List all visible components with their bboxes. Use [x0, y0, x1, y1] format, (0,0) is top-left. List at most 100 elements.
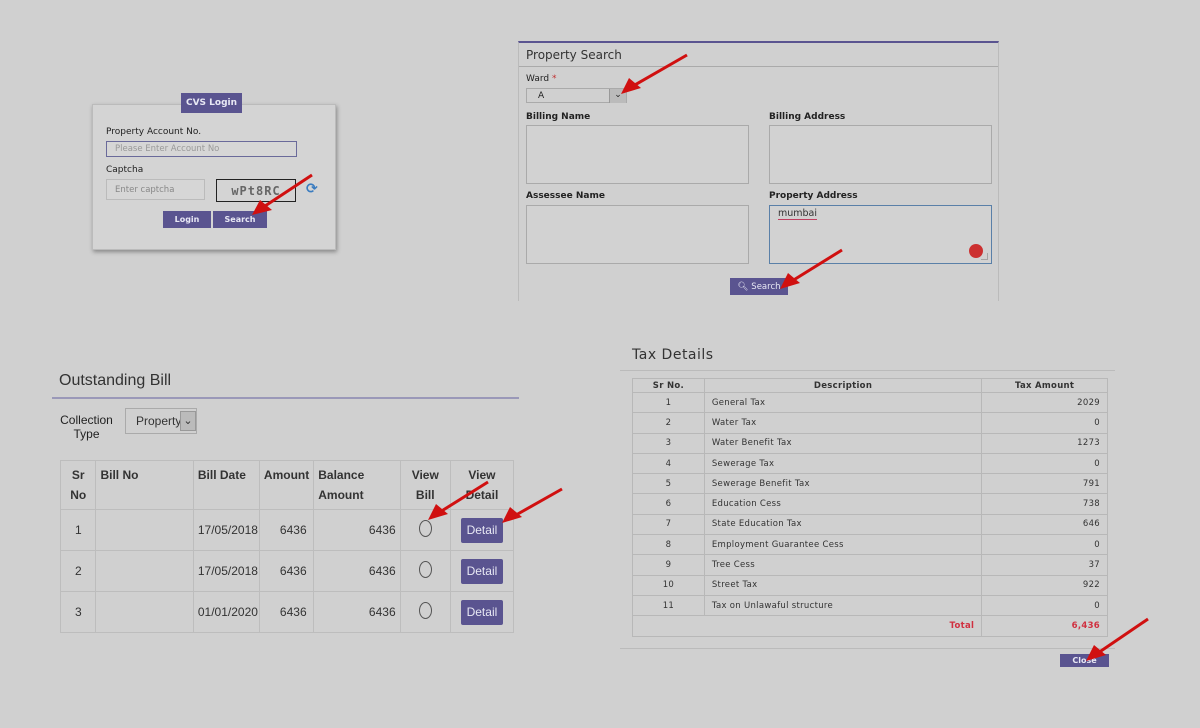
ward-select[interactable]: A ⌄: [526, 88, 627, 103]
sr-no-cell: 11: [632, 594, 705, 617]
description-cell: Tax on Unlawaful structure: [703, 594, 983, 617]
view-bill-radio[interactable]: [418, 561, 432, 578]
divider: [620, 648, 1115, 649]
col-bill-no: Bill No: [95, 460, 194, 510]
ward-label-text: Ward: [526, 74, 550, 84]
captcha-label: Captcha: [106, 165, 144, 175]
bill-date-cell: 17/05/2018: [192, 550, 260, 592]
login-button[interactable]: Login: [163, 211, 211, 228]
chevron-down-icon[interactable]: ⌄: [180, 411, 196, 431]
sr-no-cell: 4: [632, 452, 705, 475]
property-address-label: Property Address: [769, 191, 858, 201]
bill-date-cell: 01/01/2020: [192, 591, 260, 633]
amount-cell: 6436: [258, 509, 315, 551]
amount-cell: 6436: [258, 550, 315, 592]
col-sr-no: Sr No.: [632, 378, 705, 393]
ward-value: A: [538, 91, 545, 101]
table-row: 8 Employment Guarantee Cess 0: [632, 534, 1108, 556]
view-bill-cell: [399, 509, 451, 551]
amount-cell: 6436: [258, 591, 315, 633]
total-value: 6,436: [981, 615, 1108, 637]
property-address-textarea[interactable]: mumbai: [769, 205, 992, 264]
description-cell: Employment Guarantee Cess: [703, 534, 983, 556]
table-row: 2 Water Tax 0: [632, 412, 1108, 434]
balance-cell: 6436: [313, 550, 401, 592]
table-row: 6 Education Cess 738: [632, 493, 1108, 515]
sr-no-cell: 5: [632, 473, 705, 495]
outstanding-bill-table: Sr No Bill No Bill Date Amount Balance A…: [59, 460, 515, 633]
view-bill-cell: [399, 591, 451, 633]
view-bill-radio[interactable]: [418, 520, 432, 537]
table-header-row: Sr No. Description Tax Amount: [632, 378, 1108, 393]
table-row: 7 State Education Tax 646: [632, 513, 1108, 536]
billing-address-textarea[interactable]: [769, 125, 992, 184]
ward-label: Ward *: [526, 74, 556, 84]
sr-no-cell: 10: [632, 574, 705, 596]
sr-no-cell: 2: [632, 412, 705, 434]
detail-button[interactable]: Detail: [460, 558, 503, 584]
view-bill-cell: [399, 550, 451, 592]
outstanding-header: Outstanding Bill: [52, 366, 519, 399]
table-row: 10 Street Tax 922: [632, 574, 1108, 596]
col-description: Description: [703, 378, 983, 393]
sr-no-cell: 3: [632, 432, 705, 454]
tax-amount-cell: 0: [981, 412, 1108, 434]
col-amount: Amount: [258, 460, 315, 510]
detail-button[interactable]: Detail: [460, 599, 503, 625]
col-balance-amount: Balance Amount: [313, 460, 401, 510]
required-marker: *: [551, 74, 557, 84]
view-bill-radio[interactable]: [418, 602, 432, 619]
bill-no-cell: [95, 550, 194, 592]
sr-no-cell: 9: [632, 554, 705, 576]
description-cell: Education Cess: [703, 493, 983, 515]
sr-no-cell: 1: [59, 509, 97, 551]
description-cell: Street Tax: [703, 574, 983, 596]
search-button-label: Search: [751, 281, 781, 292]
billing-name-label: Billing Name: [526, 112, 591, 122]
property-search-panel: Property Search Ward * A ⌄ Billing Name …: [518, 41, 999, 301]
captcha-input[interactable]: Enter captcha: [106, 179, 205, 200]
tax-amount-cell: 37: [981, 554, 1108, 576]
bill-date-cell: 17/05/2018: [192, 509, 260, 551]
sr-no-cell: 3: [59, 591, 97, 633]
tax-title: Tax Details: [632, 347, 714, 363]
collection-type-label: Collection Type: [60, 413, 113, 441]
col-tax-amount: Tax Amount: [981, 378, 1108, 393]
tax-header: Tax Details: [620, 343, 1115, 371]
cvs-login-title: CVS Login: [181, 93, 242, 113]
panel-header: Property Search: [519, 43, 998, 67]
balance-cell: 6436: [313, 591, 401, 633]
balance-cell: 6436: [313, 509, 401, 551]
property-search-button[interactable]: 🔍︎ Search: [730, 278, 788, 295]
chevron-down-icon[interactable]: ⌄: [609, 89, 626, 103]
tax-details-table: Sr No. Description Tax Amount 1 General …: [631, 378, 1108, 637]
assessee-name-textarea[interactable]: [526, 205, 749, 264]
captcha-image: wPt8RC: [216, 179, 296, 202]
account-input[interactable]: Please Enter Account No: [106, 141, 297, 157]
description-cell: Water Benefit Tax: [703, 432, 983, 454]
close-button[interactable]: Close: [1060, 654, 1109, 667]
refresh-icon[interactable]: ⟳: [306, 181, 318, 197]
billing-name-textarea[interactable]: [526, 125, 749, 184]
collection-type-select[interactable]: Property ⌄: [125, 408, 197, 434]
tax-amount-cell: 791: [981, 473, 1108, 495]
tax-amount-cell: 1273: [981, 432, 1108, 454]
detail-button[interactable]: Detail: [460, 517, 503, 543]
col-bill-date: Bill Date: [192, 460, 260, 510]
assessee-name-label: Assessee Name: [526, 191, 605, 201]
tax-amount-cell: 922: [981, 574, 1108, 596]
total-label: Total: [631, 615, 983, 637]
login-search-button[interactable]: Search: [213, 211, 267, 228]
view-detail-cell: Detail: [449, 550, 515, 592]
tax-amount-cell: 0: [981, 452, 1108, 475]
table-row: 11 Tax on Unlawaful structure 0: [632, 594, 1108, 617]
col-sr-no: Sr No: [59, 460, 97, 510]
table-row: 2 17/05/2018 6436 6436 Detail: [59, 550, 515, 592]
description-cell: General Tax: [703, 391, 983, 414]
table-row: 9 Tree Cess 37: [632, 554, 1108, 576]
table-header-row: Sr No Bill No Bill Date Amount Balance A…: [59, 460, 515, 510]
collection-type-value: Property: [136, 414, 182, 428]
tax-amount-cell: 646: [981, 513, 1108, 536]
col-view-bill: View Bill: [399, 460, 451, 510]
view-detail-cell: Detail: [449, 509, 515, 551]
